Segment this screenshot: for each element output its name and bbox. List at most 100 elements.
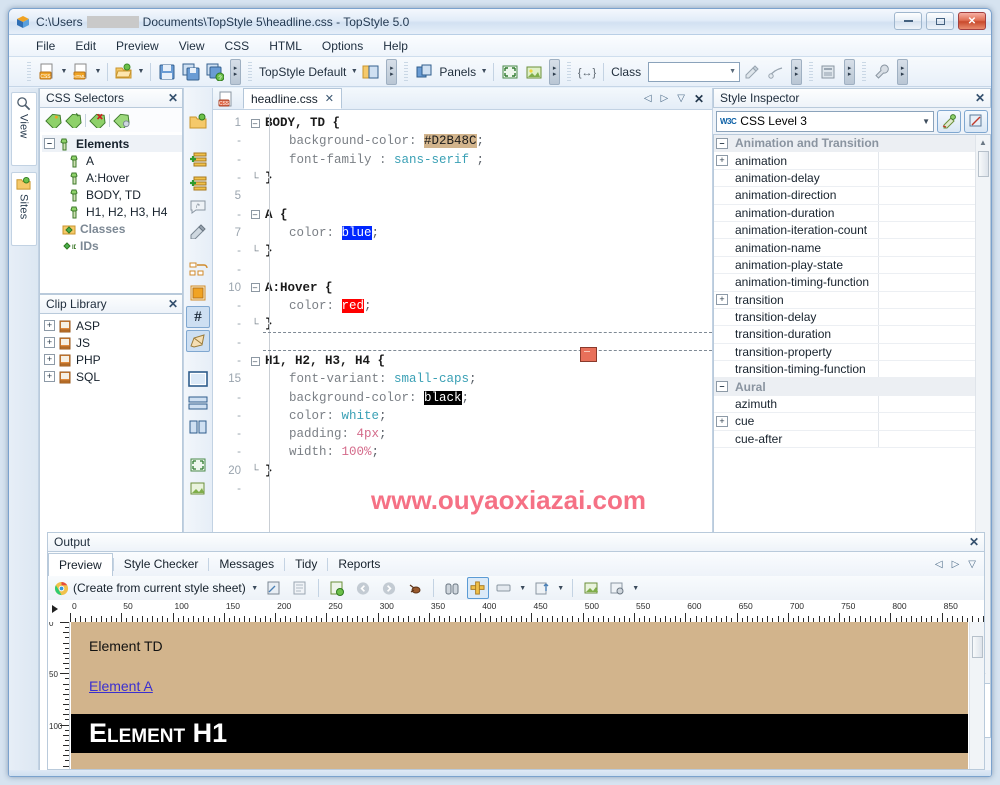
close-editor-icon[interactable]: ✕ — [694, 92, 704, 106]
scroll-up-icon[interactable]: ▲ — [976, 135, 990, 150]
close-icon[interactable]: ✕ — [168, 297, 178, 311]
close-icon[interactable]: ✕ — [168, 91, 178, 105]
expander-icon[interactable]: + — [716, 294, 728, 306]
color-swatch-button[interactable] — [580, 347, 597, 362]
property-row[interactable]: azimuth — [714, 395, 990, 414]
vtab-sites[interactable]: Sites — [10, 172, 37, 246]
save-all-icon[interactable] — [180, 61, 202, 83]
tree-item-headings[interactable]: H1, H2, H3, H4 — [42, 203, 182, 220]
preview-element-a[interactable]: Element A — [71, 654, 968, 694]
insert-property-icon[interactable] — [186, 172, 210, 194]
property-value-cell[interactable] — [878, 221, 990, 239]
save-icon[interactable] — [156, 61, 178, 83]
property-row[interactable]: transition-property — [714, 343, 990, 362]
output-tab-messages[interactable]: Messages — [209, 553, 284, 576]
open-file-icon[interactable] — [186, 110, 210, 132]
apply-style-icon[interactable] — [937, 109, 961, 133]
toolbar-grip-5[interactable] — [809, 61, 814, 82]
property-row[interactable]: animation-duration — [714, 204, 990, 222]
menu-edit[interactable]: Edit — [66, 37, 105, 55]
window-size-icon[interactable] — [493, 577, 515, 599]
toolbar-collapse-3[interactable]: ▸ ▸ — [549, 58, 561, 85]
upload-icon[interactable] — [531, 577, 553, 599]
property-value-cell[interactable] — [878, 343, 990, 361]
property-value-cell[interactable] — [878, 187, 990, 204]
output-next-icon[interactable]: ▷ — [952, 559, 960, 570]
new-css-dropdown-icon[interactable]: ▼ — [59, 61, 69, 83]
property-group-row[interactable]: – Animation and Transition — [714, 135, 990, 153]
toolbar-collapse-6[interactable]: ▸ ▸ — [897, 58, 909, 85]
fold-marker[interactable]: – — [247, 209, 263, 220]
minimize-button[interactable] — [894, 12, 922, 30]
binoculars-icon[interactable] — [441, 577, 463, 599]
wrench-icon[interactable] — [871, 61, 893, 83]
toolbar-grip-6[interactable] — [862, 61, 867, 82]
property-value-cell[interactable] — [878, 152, 990, 169]
property-value-cell[interactable] — [878, 239, 990, 256]
back-icon[interactable] — [352, 577, 374, 599]
expander-icon[interactable]: + — [716, 155, 728, 167]
toolbar-collapse-2[interactable]: ▸ ▸ — [386, 58, 398, 85]
inline-style-icon[interactable] — [765, 61, 787, 83]
property-value-cell[interactable] — [878, 326, 990, 343]
scrollbar-thumb[interactable] — [978, 151, 989, 177]
menu-options[interactable]: Options — [313, 37, 372, 55]
property-value-cell[interactable] — [878, 291, 990, 308]
expander-icon[interactable]: + — [716, 415, 728, 427]
hash-id-icon[interactable]: # — [186, 306, 210, 328]
toolbar-collapse-1[interactable]: ▸ ▸ — [230, 58, 241, 85]
property-value-cell[interactable] — [878, 204, 990, 221]
preview-source-label[interactable]: (Create from current style sheet) — [73, 581, 248, 595]
fold-marker[interactable]: – — [247, 118, 263, 129]
scrollbar-thumb[interactable] — [972, 636, 983, 658]
bug-icon[interactable] — [404, 577, 426, 599]
preview-canvas[interactable]: Element TD Element A Element H1 — [71, 622, 968, 769]
property-row[interactable]: + animation — [714, 152, 990, 170]
output-tab-reports[interactable]: Reports — [328, 553, 390, 576]
property-row[interactable]: + transition — [714, 291, 990, 309]
toolbar-grip-3[interactable] — [404, 61, 409, 82]
settings-icon[interactable] — [606, 577, 628, 599]
output-prev-icon[interactable]: ◁ — [935, 559, 943, 570]
ruler-icon[interactable] — [466, 577, 489, 599]
menu-css[interactable]: CSS — [216, 37, 259, 55]
panels-icon[interactable] — [413, 61, 435, 83]
vtab-view[interactable]: View — [10, 92, 37, 166]
forward-icon[interactable] — [378, 577, 400, 599]
property-row[interactable]: cue-after — [714, 430, 990, 449]
toolbar-grip[interactable] — [27, 61, 31, 82]
expander-icon[interactable]: – — [716, 137, 728, 149]
comment-icon[interactable]: /* — [186, 196, 210, 218]
open-dropdown-icon[interactable]: ▼ — [136, 61, 146, 83]
validate-icon[interactable] — [818, 61, 840, 83]
clip-item-asp[interactable]: + ASP — [42, 317, 182, 334]
property-row[interactable]: animation-play-state — [714, 256, 990, 275]
output-tab-preview[interactable]: Preview — [48, 552, 113, 576]
output-list-icon[interactable]: ▽ — [968, 559, 976, 570]
window-size-dropdown-icon[interactable]: ▼ — [518, 577, 528, 599]
property-value-cell[interactable] — [878, 256, 990, 274]
new-css-icon[interactable]: CSS — [36, 61, 58, 83]
menu-help[interactable]: Help — [374, 37, 417, 55]
toolbar-grip-4[interactable] — [567, 61, 572, 82]
pen-tool-icon[interactable] — [186, 330, 210, 352]
tree-item-body-td[interactable]: BODY, TD — [42, 186, 182, 203]
property-row[interactable]: animation-delay — [714, 169, 990, 188]
property-row[interactable]: + cue — [714, 413, 990, 431]
export-image-icon[interactable] — [186, 478, 210, 500]
close-icon[interactable]: ✕ — [325, 92, 334, 105]
tree-item-a-hover[interactable]: A:Hover — [42, 169, 182, 186]
split-vertical-icon[interactable] — [186, 416, 210, 438]
open-folder-icon[interactable] — [113, 61, 135, 83]
fold-marker[interactable]: – — [247, 282, 263, 293]
editor-tab-headline-css[interactable]: headline.css ✕ — [243, 88, 342, 109]
property-row[interactable]: animation-timing-function — [714, 274, 990, 292]
tab-prev-icon[interactable]: ◁ — [644, 93, 652, 104]
split-horizontal-icon[interactable] — [186, 392, 210, 414]
expander-icon[interactable]: – — [716, 381, 728, 393]
save-as-icon[interactable]: ? — [204, 61, 226, 83]
property-row[interactable]: transition-delay — [714, 308, 990, 327]
property-value-cell[interactable] — [878, 169, 990, 187]
toolbar-collapse-4[interactable]: ▸ ▸ — [791, 58, 803, 85]
upload-dropdown-icon[interactable]: ▼ — [556, 577, 566, 599]
